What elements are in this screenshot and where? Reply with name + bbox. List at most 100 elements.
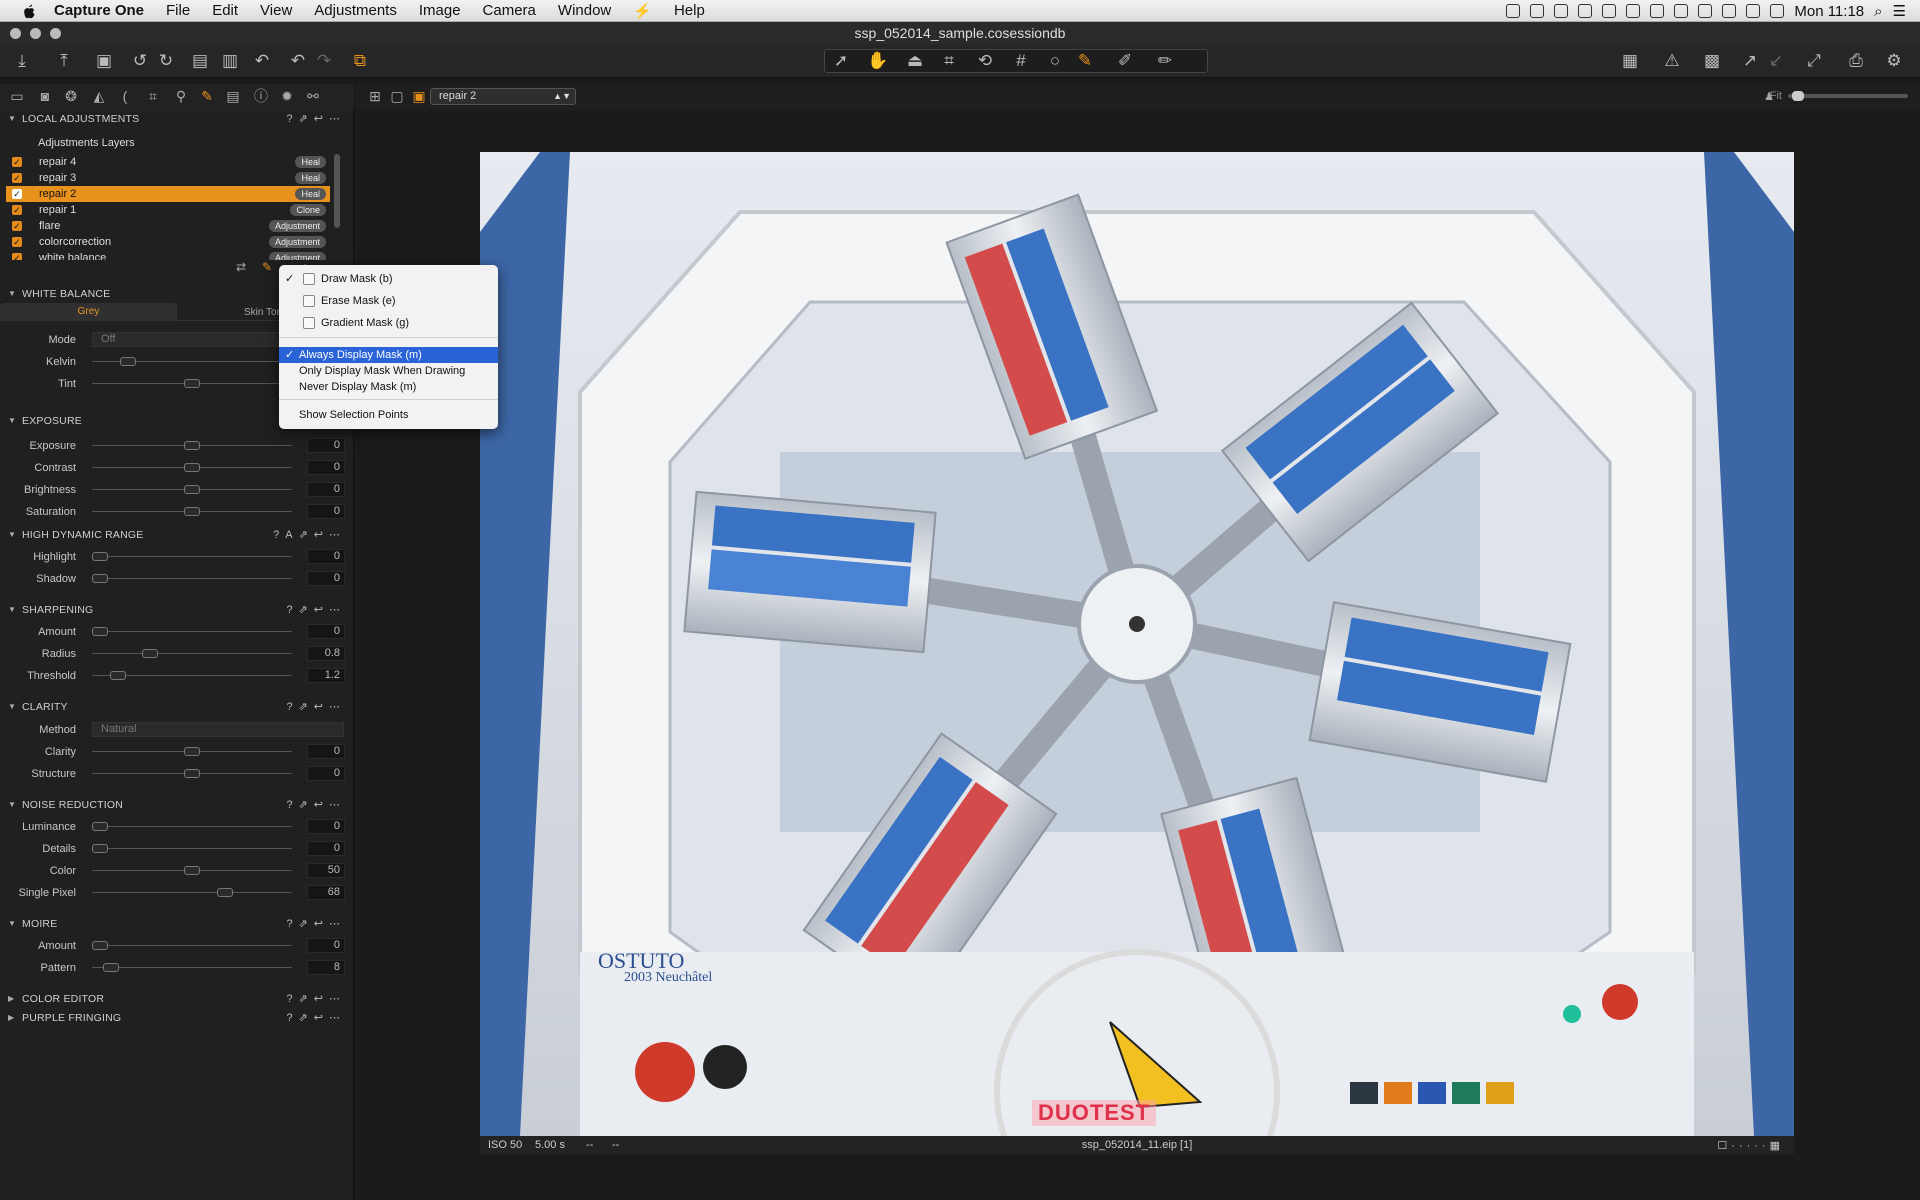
crop-cursor-icon[interactable]: ⌗ (939, 51, 959, 71)
layer-row[interactable]: ✓ flare Adjustment (6, 218, 330, 234)
layer-checkbox[interactable]: ✓ (12, 157, 22, 167)
expand-triangle-icon[interactable]: ▼ (8, 800, 16, 809)
redo-icon[interactable]: ↷ (314, 51, 334, 71)
time-machine-icon[interactable] (1650, 4, 1665, 18)
spot-removal-cursor-icon[interactable]: ○ (1045, 51, 1065, 71)
rotate-left-icon[interactable]: ↺ (130, 51, 150, 71)
spotlight-icon[interactable]: ⌕ (1874, 3, 1882, 20)
slider-value[interactable]: 0 (307, 819, 345, 834)
details-tab-icon[interactable]: ⚲ (172, 87, 190, 105)
slider-knob[interactable] (184, 866, 200, 875)
keyboard-icon[interactable] (1626, 4, 1641, 18)
menu-app[interactable]: Capture One (54, 2, 144, 19)
import-icon[interactable]: ⤓ (12, 51, 32, 71)
slider-knob[interactable] (184, 747, 200, 756)
slider-value[interactable]: 0 (307, 766, 345, 781)
minimize-window-button[interactable] (30, 28, 41, 39)
grid-overlay-icon[interactable]: ▩ (1702, 51, 1722, 71)
trash-icon[interactable]: ▥ (220, 51, 240, 71)
slider-track[interactable] (92, 653, 292, 654)
brush-icon[interactable]: ✎ (258, 258, 276, 276)
menu-help[interactable]: Help (674, 2, 705, 19)
notification-icon[interactable] (1506, 4, 1521, 18)
layer-checkbox[interactable]: ✓ (12, 221, 22, 231)
dropbox-icon[interactable] (1530, 4, 1545, 18)
rotate-cursor-icon[interactable]: ⟲ (975, 51, 995, 71)
expand-triangle-icon[interactable]: ▼ (8, 919, 16, 928)
menu-image[interactable]: Image (419, 2, 461, 19)
kelvin-slider-knob[interactable] (119, 357, 136, 366)
menubar-clock[interactable]: Mon 11:18 (1794, 3, 1864, 20)
section-tools[interactable]: ?⇗↩⋯ (286, 112, 346, 125)
annotate-cursor-icon[interactable]: ✏ (1155, 51, 1175, 71)
zoom-window-button[interactable] (50, 28, 61, 39)
slider-knob[interactable] (217, 888, 234, 897)
select-cursor-icon[interactable]: ➚ (831, 51, 851, 71)
exposure-tab-icon[interactable]: ◭ (90, 87, 108, 105)
expand-triangle-icon[interactable]: ▼ (8, 289, 16, 298)
menu-adjustments[interactable]: Adjustments (314, 2, 397, 19)
menu-edit[interactable]: Edit (212, 2, 238, 19)
single-view-icon[interactable]: ▢ (388, 87, 406, 105)
reset-icon[interactable]: ↶ (252, 51, 272, 71)
proof-icon[interactable]: ⤢ (1804, 51, 1824, 71)
menu-only-display-mask[interactable]: Only Display Mask When Drawing (279, 363, 498, 379)
local-adjustments-header[interactable]: ▼ LOCAL ADJUSTMENTS ?⇗↩⋯ (0, 110, 353, 128)
sharpening-header[interactable]: ▼ SHARPENING ?⇗↩⋯ (0, 601, 353, 619)
slider-knob[interactable] (141, 649, 158, 658)
menu-view[interactable]: View (260, 2, 292, 19)
tab-grey[interactable]: Grey (0, 303, 177, 321)
expand-triangle-icon[interactable]: ▼ (8, 416, 16, 425)
slider-knob[interactable] (92, 552, 108, 561)
copy-icon[interactable]: ↗ (1740, 51, 1760, 71)
slider-value[interactable]: 0 (307, 482, 345, 497)
slider-track[interactable] (92, 892, 292, 893)
menu-never-display-mask[interactable]: Never Display Mask (m) (279, 379, 498, 395)
section-tools[interactable]: ?⇗↩⋯ (286, 798, 346, 811)
color-editor-header[interactable]: ▶ COLOR EDITOR ?⇗↩⋯ (0, 990, 353, 1008)
layer-options-icon[interactable]: ⇄ (232, 258, 250, 276)
slider-knob[interactable] (103, 963, 120, 972)
grid-view-icon[interactable]: ▦ (1620, 51, 1640, 71)
collapsed-triangle-icon[interactable]: ▶ (8, 1013, 14, 1022)
slider-value[interactable]: 50 (307, 863, 345, 878)
section-tools[interactable]: ?⇗↩⋯ (286, 917, 346, 930)
layer-row[interactable]: ✓ repair 1 Clone (6, 202, 330, 218)
slider-value[interactable]: 0.8 (307, 646, 345, 661)
capture-tab-icon[interactable]: ◙ (36, 87, 54, 105)
noise-reduction-header[interactable]: ▼ NOISE REDUCTION ?⇗↩⋯ (0, 796, 353, 814)
library-tab-icon[interactable]: ▭ (8, 87, 26, 105)
slider-value[interactable]: 0 (307, 744, 345, 759)
slider-knob[interactable] (92, 627, 108, 636)
layers-scrollbar[interactable] (334, 154, 340, 228)
slider-value[interactable]: 0 (307, 504, 345, 519)
adjustments-tab-icon[interactable]: ✹ (278, 87, 296, 105)
variant-select[interactable]: repair 2 ▲▼ (430, 88, 576, 105)
composition-tab-icon[interactable]: ⌗ (144, 87, 162, 105)
local-adjustments-tab-icon[interactable]: ✎ (198, 87, 216, 105)
settings-gear-icon[interactable]: ⚙ (1884, 51, 1904, 71)
slider-knob[interactable] (92, 844, 108, 853)
lens-tab-icon[interactable]: ( (116, 87, 134, 105)
slider-track[interactable] (92, 578, 292, 579)
slider-value[interactable]: 0 (307, 841, 345, 856)
export-icon[interactable]: ⤒ (54, 51, 74, 71)
slider-knob[interactable] (110, 671, 127, 680)
undo-icon[interactable]: ↶ (288, 51, 308, 71)
section-tools[interactable]: ?⇗↩⋯ (286, 992, 346, 1005)
slider-value[interactable]: 0 (307, 571, 345, 586)
slider-knob[interactable] (92, 822, 108, 831)
menu-draw-mask[interactable]: ✓ Draw Mask (b) (279, 271, 498, 287)
slider-knob[interactable] (184, 769, 200, 778)
layer-checkbox[interactable]: ✓ (12, 173, 22, 183)
draw-mask-cursor-icon[interactable]: ✎ (1075, 51, 1095, 71)
apply-icon[interactable]: ↙ (1766, 51, 1786, 71)
print-icon[interactable]: ⎙ (1846, 51, 1866, 71)
menu-file[interactable]: File (166, 2, 190, 19)
purple-fringing-header[interactable]: ▶ PURPLE FRINGING ?⇗↩⋯ (0, 1009, 353, 1027)
layer-row[interactable]: ✓ repair 3 Heal (6, 170, 330, 186)
keystone-cursor-icon[interactable]: # (1011, 51, 1031, 71)
apple-icon[interactable] (18, 3, 40, 19)
wifi-icon[interactable] (1722, 4, 1737, 18)
input-source-icon[interactable] (1746, 4, 1761, 18)
